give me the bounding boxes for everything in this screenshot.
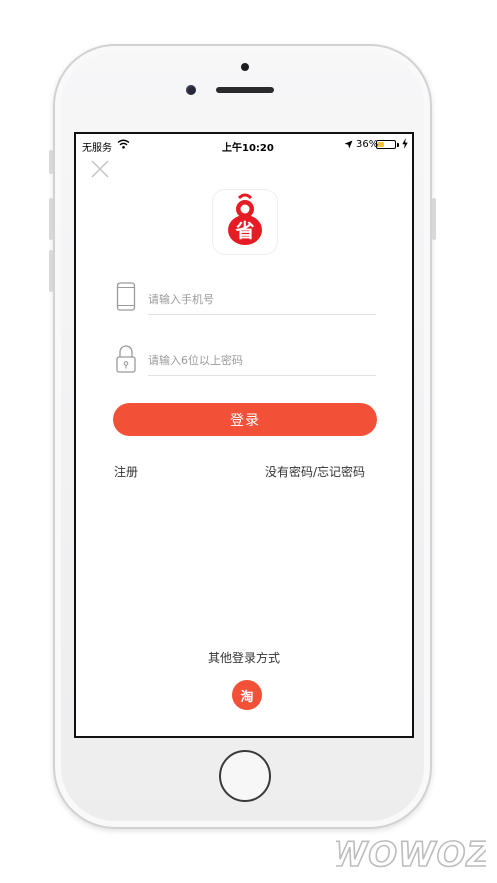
top-sensor (241, 63, 249, 71)
battery-fill (378, 142, 384, 147)
wifi-icon (117, 139, 130, 149)
battery-icon (376, 140, 396, 149)
phone-screen: 无服务 上午10:20 36% 省 请输入手机号 登录 注册 没有密码/忘记密码… (74, 132, 414, 738)
forgot-password-link[interactable]: 没有密码/忘记密码 (265, 463, 365, 480)
close-icon[interactable] (90, 159, 110, 179)
home-button[interactable] (219, 750, 271, 802)
other-login-label: 其他登录方式 (207, 651, 280, 665)
phone-icon (116, 282, 136, 311)
watermark-logo: WOWOZ (336, 834, 486, 876)
location-arrow-icon (344, 140, 353, 149)
power-button (432, 198, 436, 240)
earpiece-speaker (216, 87, 274, 93)
phone-number-input[interactable] (148, 289, 374, 309)
lock-icon (116, 345, 136, 373)
battery-percent: 36% (356, 139, 379, 150)
password-input[interactable] (148, 350, 374, 370)
mute-switch (49, 150, 53, 174)
phone-input-underline (148, 314, 376, 315)
carrier-label: 无服务 (82, 143, 112, 154)
taobao-login-button[interactable]: 淘 (232, 680, 262, 710)
volume-up-button (49, 198, 53, 240)
front-camera (186, 85, 196, 95)
watermark-text: WOWOZ (336, 835, 486, 875)
app-logo-text: 省 (234, 220, 254, 242)
volume-down-button (49, 250, 53, 292)
gourd-logo-icon: 省 (228, 193, 262, 245)
taobao-icon: 淘 (240, 689, 254, 705)
password-input-underline (148, 375, 376, 376)
status-time: 上午10:20 (222, 143, 274, 154)
battery-tip (397, 143, 399, 147)
register-link[interactable]: 注册 (114, 463, 138, 480)
charging-icon (402, 138, 408, 149)
app-logo: 省 (213, 190, 277, 254)
login-button[interactable]: 登录 (113, 403, 377, 436)
